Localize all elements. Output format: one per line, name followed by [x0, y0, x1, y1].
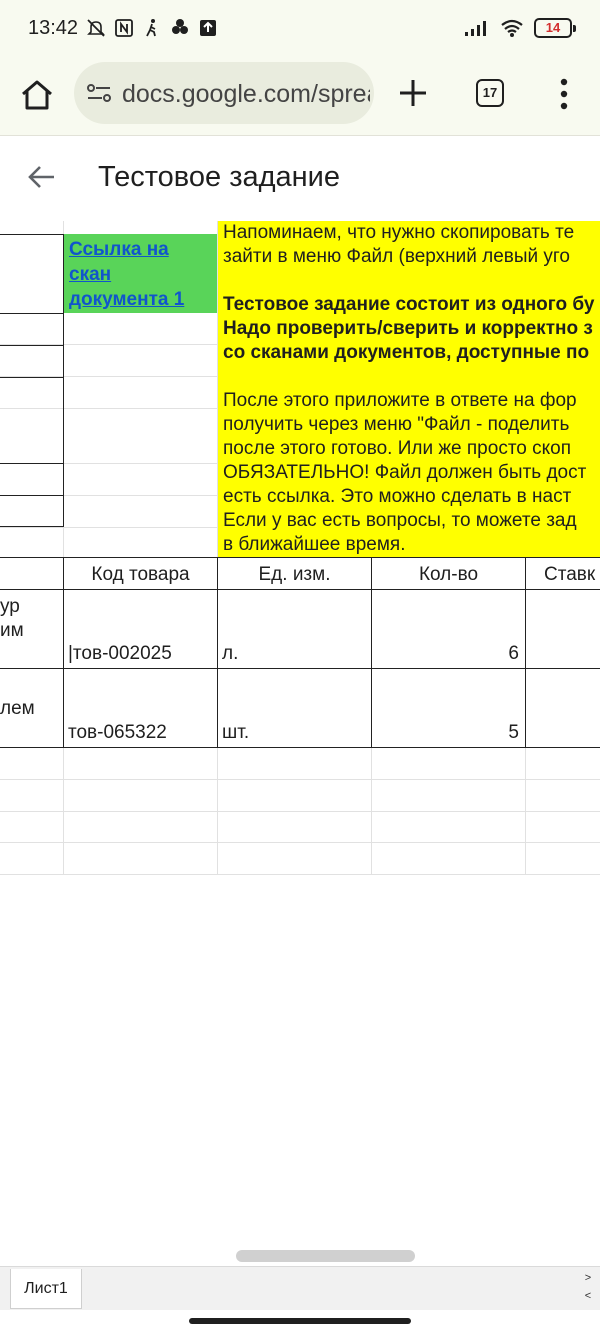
dots-icon — [172, 19, 188, 34]
spreadsheet-grid[interactable]: Ссылка на скан документа 1 Напоминаем, ч… — [0, 221, 600, 1266]
note-bold-line: Надо проверить/сверить и корректно з — [223, 318, 593, 339]
note-line: зайти в меню Файл (верхний левый уго — [223, 246, 571, 267]
note-gap — [223, 269, 600, 293]
grid-line — [0, 811, 600, 812]
row2-unit[interactable]: шт. — [222, 721, 249, 745]
row1-name-fragment[interactable]: ур — [0, 595, 20, 619]
row2-code[interactable]: тов-065322 — [68, 721, 167, 745]
tab-scroll-right-icon[interactable]: > — [582, 1269, 594, 1287]
row1-code[interactable]: |тов-002025 — [68, 642, 172, 666]
header-code[interactable]: Код товара — [64, 561, 217, 589]
gesture-handle[interactable] — [189, 1318, 411, 1324]
cell-border — [0, 557, 600, 558]
home-icon[interactable] — [18, 76, 56, 114]
scan-link[interactable]: Ссылка на скан документа 1 — [69, 239, 184, 310]
cell-border — [0, 526, 64, 527]
cell-border — [0, 377, 64, 378]
row2-name-fragment[interactable]: лем — [0, 697, 35, 721]
back-arrow-icon[interactable] — [26, 161, 58, 193]
header-unit[interactable]: Ед. изм. — [218, 561, 371, 589]
system-nav-bar — [0, 1310, 600, 1332]
row1-name-fragment[interactable]: им — [0, 619, 24, 643]
tab-sheet1[interactable]: Лист1 — [10, 1269, 82, 1309]
nfc-icon — [115, 19, 133, 37]
note-bold-line: со сканами документов, доступные по — [223, 342, 590, 363]
note-line: после этого готово. Или же просто скоп — [223, 438, 572, 459]
row1-qty[interactable]: 6 — [372, 642, 519, 666]
page-title: Тестовое задание — [98, 161, 341, 193]
note-line: в ближайшее время. — [223, 534, 406, 555]
sheet-tab-bar: Лист1 > < — [0, 1266, 600, 1310]
cell-border — [0, 668, 600, 669]
note-line: Если у вас есть вопросы, то можете зад — [223, 510, 577, 531]
signal-icon — [465, 21, 486, 36]
upload-icon — [200, 20, 216, 36]
status-time: 13:42 — [28, 17, 79, 39]
header-rate[interactable]: Ставк — [526, 561, 600, 589]
scan-link-cell[interactable]: Ссылка на скан документа 1 — [64, 234, 217, 313]
grid-line — [0, 874, 600, 875]
walk-icon — [146, 19, 156, 37]
instructions-note-cell[interactable]: Напоминаем, что нужно скопировать те зай… — [218, 221, 600, 557]
new-tab-icon[interactable] — [396, 76, 430, 110]
grid-line — [0, 842, 600, 843]
wifi-icon — [501, 19, 523, 37]
tab-scroll-left-icon[interactable]: < — [582, 1287, 594, 1305]
mute-icon — [87, 19, 105, 37]
note-line: ОБЯЗАТЕЛЬНО! Файл должен быть дост — [223, 462, 587, 483]
status-bar: 13:42 14 — [0, 0, 600, 60]
cell-border — [0, 313, 64, 314]
grid-line — [0, 527, 218, 528]
note-line: После этого приложите в ответе на фор — [223, 390, 577, 411]
header-qty[interactable]: Кол-во — [372, 561, 525, 589]
battery-icon: 14 — [534, 18, 576, 38]
tab-scroll-arrows[interactable]: > < — [582, 1269, 594, 1305]
grid-line — [0, 408, 218, 409]
horizontal-scrollbar[interactable] — [236, 1250, 415, 1262]
note-line: Напоминаем, что нужно скопировать те — [223, 222, 575, 243]
cell-border — [0, 463, 64, 464]
row1-unit[interactable]: л. — [222, 642, 238, 666]
cell-border — [0, 345, 64, 346]
note-bold-line: Тестовое задание состоит из одного бу — [223, 294, 595, 315]
note-gap — [223, 365, 600, 389]
tab-switcher-button[interactable]: 17 — [476, 79, 504, 107]
address-bar[interactable]: docs.google.com/spreadsheets — [74, 62, 374, 124]
cell-border — [0, 589, 600, 590]
browser-toolbar: docs.google.com/spreadsheets 17 — [0, 60, 600, 136]
status-right: 14 — [464, 18, 576, 38]
status-icons — [86, 18, 218, 38]
grid-line — [0, 779, 600, 780]
cell-border — [0, 495, 64, 496]
cell-border — [0, 234, 64, 235]
url-text: docs.google.com/spreadsheets — [122, 80, 370, 108]
cell-border — [0, 747, 600, 748]
more-menu-icon[interactable] — [552, 77, 576, 111]
row2-qty[interactable]: 5 — [372, 721, 519, 745]
site-settings-icon[interactable] — [86, 82, 112, 104]
note-line: есть ссылка. Это можно сделать в наст — [223, 486, 572, 507]
doc-header: Тестовое задание — [0, 137, 600, 221]
note-line: получить через меню "Файл - поделить — [223, 414, 570, 435]
